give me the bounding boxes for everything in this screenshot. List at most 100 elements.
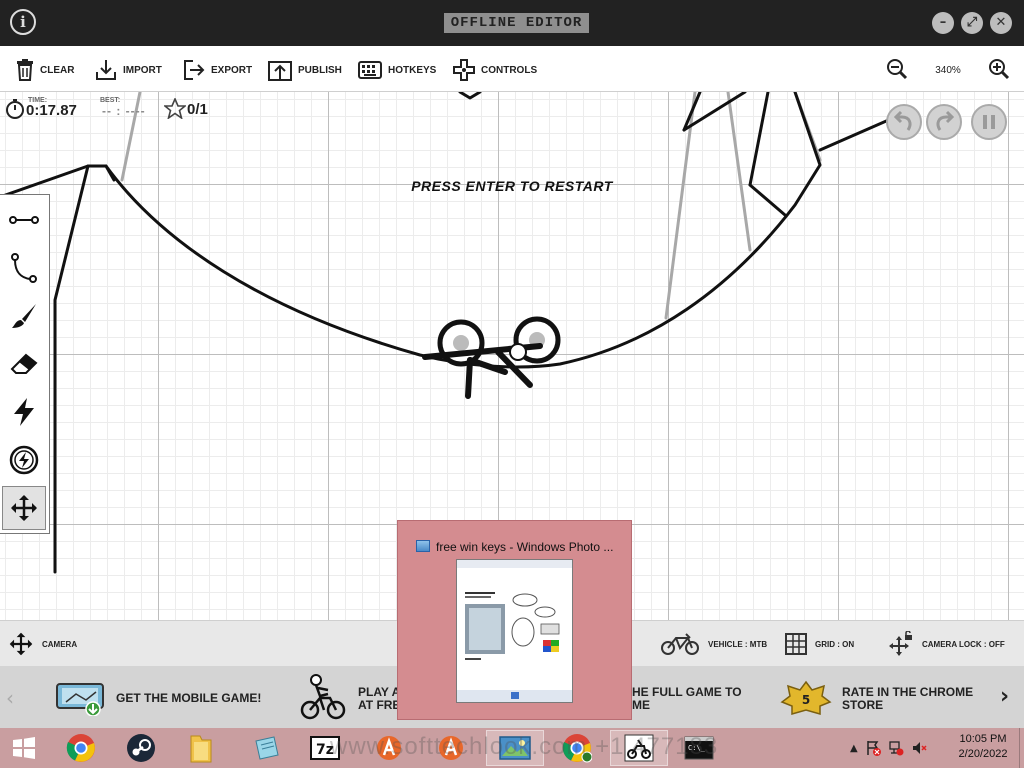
tool-curve[interactable] xyxy=(2,246,46,290)
publish-icon xyxy=(268,61,292,81)
brush-icon xyxy=(12,304,36,328)
info-icon[interactable]: i xyxy=(10,9,36,35)
taskbar-file-explorer[interactable] xyxy=(172,730,230,766)
zoom-in-icon[interactable] xyxy=(988,58,1010,80)
keyboard-icon xyxy=(358,61,382,79)
thumbnail-preview xyxy=(457,560,572,702)
grid-setting[interactable]: GRID : ON xyxy=(785,631,854,657)
taskbar-notepad[interactable] xyxy=(238,730,296,766)
publish-label: PUBLISH xyxy=(298,64,342,76)
promo-mobile-text[interactable]: GET THE MOBILE GAME! xyxy=(116,692,261,705)
undo-button[interactable] xyxy=(886,104,922,140)
undo-icon xyxy=(893,110,912,131)
mtb-bike-icon xyxy=(661,633,699,655)
bike-rider xyxy=(422,316,561,399)
show-desktop-button[interactable] xyxy=(1019,728,1024,768)
promo-prev-icon[interactable]: ‹ xyxy=(6,686,14,710)
camera-setting[interactable]: CAMERA xyxy=(8,631,77,657)
mobile-game-icon xyxy=(56,683,104,716)
zoom-out-icon[interactable] xyxy=(886,58,908,80)
camera-label: CAMERA xyxy=(42,639,78,649)
stopwatch-icon xyxy=(6,99,24,119)
export-button[interactable]: EXPORT xyxy=(183,58,252,82)
camera-move-icon xyxy=(9,632,33,656)
pause-icon xyxy=(983,115,995,129)
editor-toolbar: CLEAR IMPORT EXPORT PUBLISH HOTKEYS CONT… xyxy=(0,46,1024,92)
action-center-flag-icon[interactable] xyxy=(865,740,881,756)
title-bar: i OFFLINE EDITOR – ⤢ ✕ xyxy=(0,0,1024,46)
chrome-icon xyxy=(66,734,95,762)
taskbar-clock[interactable]: 10:05 PM 2/20/2022 xyxy=(948,732,1018,762)
pause-button[interactable] xyxy=(971,104,1007,140)
best-value: -- : ---- xyxy=(102,104,146,118)
camera-lock-setting[interactable]: CAMERA LOCK : OFF xyxy=(888,631,1005,657)
grid-label: GRID : ON xyxy=(815,639,855,649)
promo-next-icon[interactable]: › xyxy=(1000,684,1009,709)
tool-powerup[interactable] xyxy=(2,390,46,434)
publish-button[interactable]: PUBLISH xyxy=(268,58,342,82)
trash-icon xyxy=(17,59,33,81)
clock-date: 2/20/2022 xyxy=(958,748,1008,760)
app-window: i OFFLINE EDITOR – ⤢ ✕ CLEAR IMPORT EXPO… xyxy=(0,0,1024,768)
watermark-text: www.softtechlook.com +1 477183 xyxy=(330,733,719,760)
vehicle-label: VEHICLE : MTB xyxy=(708,639,768,649)
eraser-icon xyxy=(10,353,38,374)
bmx-rider-icon xyxy=(300,674,346,720)
zoom-level: 340% xyxy=(935,65,961,76)
time-value: 0:17.87 xyxy=(26,102,77,119)
popup-window-title: free win keys - Windows Photo ... xyxy=(436,540,614,554)
volume-muted-icon[interactable] xyxy=(911,740,927,756)
network-icon[interactable] xyxy=(888,740,904,756)
tray-expand-icon[interactable]: ▲ xyxy=(850,743,858,754)
star-icon xyxy=(164,98,186,119)
hotkeys-label: HOTKEYS xyxy=(388,64,437,76)
start-button[interactable] xyxy=(0,730,48,766)
photo-viewer-icon xyxy=(416,540,430,552)
camera-lock-icon xyxy=(889,631,912,656)
tool-boost[interactable] xyxy=(2,438,46,482)
badge-number: 5 xyxy=(802,693,810,707)
system-tray: ▲ xyxy=(850,730,927,766)
export-icon xyxy=(184,60,205,80)
import-button[interactable]: IMPORT xyxy=(95,58,162,82)
window-thumbnail[interactable] xyxy=(456,559,573,703)
redo-button[interactable] xyxy=(926,104,962,140)
minimize-button[interactable]: – xyxy=(932,12,954,34)
lightning-icon xyxy=(14,398,34,426)
curve-icon xyxy=(11,253,37,283)
stars-counter: 0/1 xyxy=(187,101,208,118)
hotkeys-button[interactable]: HOTKEYS xyxy=(358,58,436,82)
steam-icon xyxy=(127,734,155,762)
boost-icon xyxy=(9,445,39,475)
promo-full-game-text[interactable]: HE FULL GAME TO ME xyxy=(632,686,742,712)
controls-button[interactable]: CONTROLS xyxy=(453,58,537,82)
maximize-button[interactable]: ⤢ xyxy=(961,12,983,34)
taskbar-thumbnail-popup[interactable]: free win keys - Windows Photo ... xyxy=(397,520,632,720)
notepad-icon xyxy=(255,736,279,760)
best-label: BEST: xyxy=(100,97,121,104)
export-label: EXPORT xyxy=(211,64,253,76)
close-button[interactable]: ✕ xyxy=(990,12,1012,34)
controls-label: CONTROLS xyxy=(481,64,538,76)
tool-brush[interactable] xyxy=(2,294,46,338)
straight-line-icon xyxy=(9,216,39,224)
restart-message: PRESS ENTER TO RESTART xyxy=(411,178,613,194)
folder-icon xyxy=(190,735,212,763)
import-icon xyxy=(96,60,116,80)
tool-eraser[interactable] xyxy=(2,342,46,386)
clock-time: 10:05 PM xyxy=(959,733,1007,745)
clear-label: CLEAR xyxy=(40,64,75,76)
taskbar-chrome[interactable] xyxy=(52,730,110,766)
camera-lock-label: CAMERA LOCK : OFF xyxy=(922,639,1005,649)
rating-badge-icon: 5 xyxy=(780,680,832,715)
clear-button[interactable]: CLEAR xyxy=(16,58,74,82)
vehicle-setting[interactable]: VEHICLE : MTB xyxy=(660,631,767,657)
taskbar-steam[interactable] xyxy=(112,730,170,766)
tool-line[interactable] xyxy=(2,198,46,242)
move-arrows-icon xyxy=(11,495,37,521)
dpad-icon xyxy=(453,59,475,81)
tool-camera-move[interactable] xyxy=(2,486,46,530)
promo-rate-text[interactable]: RATE IN THE CHROME STORE xyxy=(842,686,973,712)
import-label: IMPORT xyxy=(123,64,162,76)
tool-panel xyxy=(0,194,50,534)
